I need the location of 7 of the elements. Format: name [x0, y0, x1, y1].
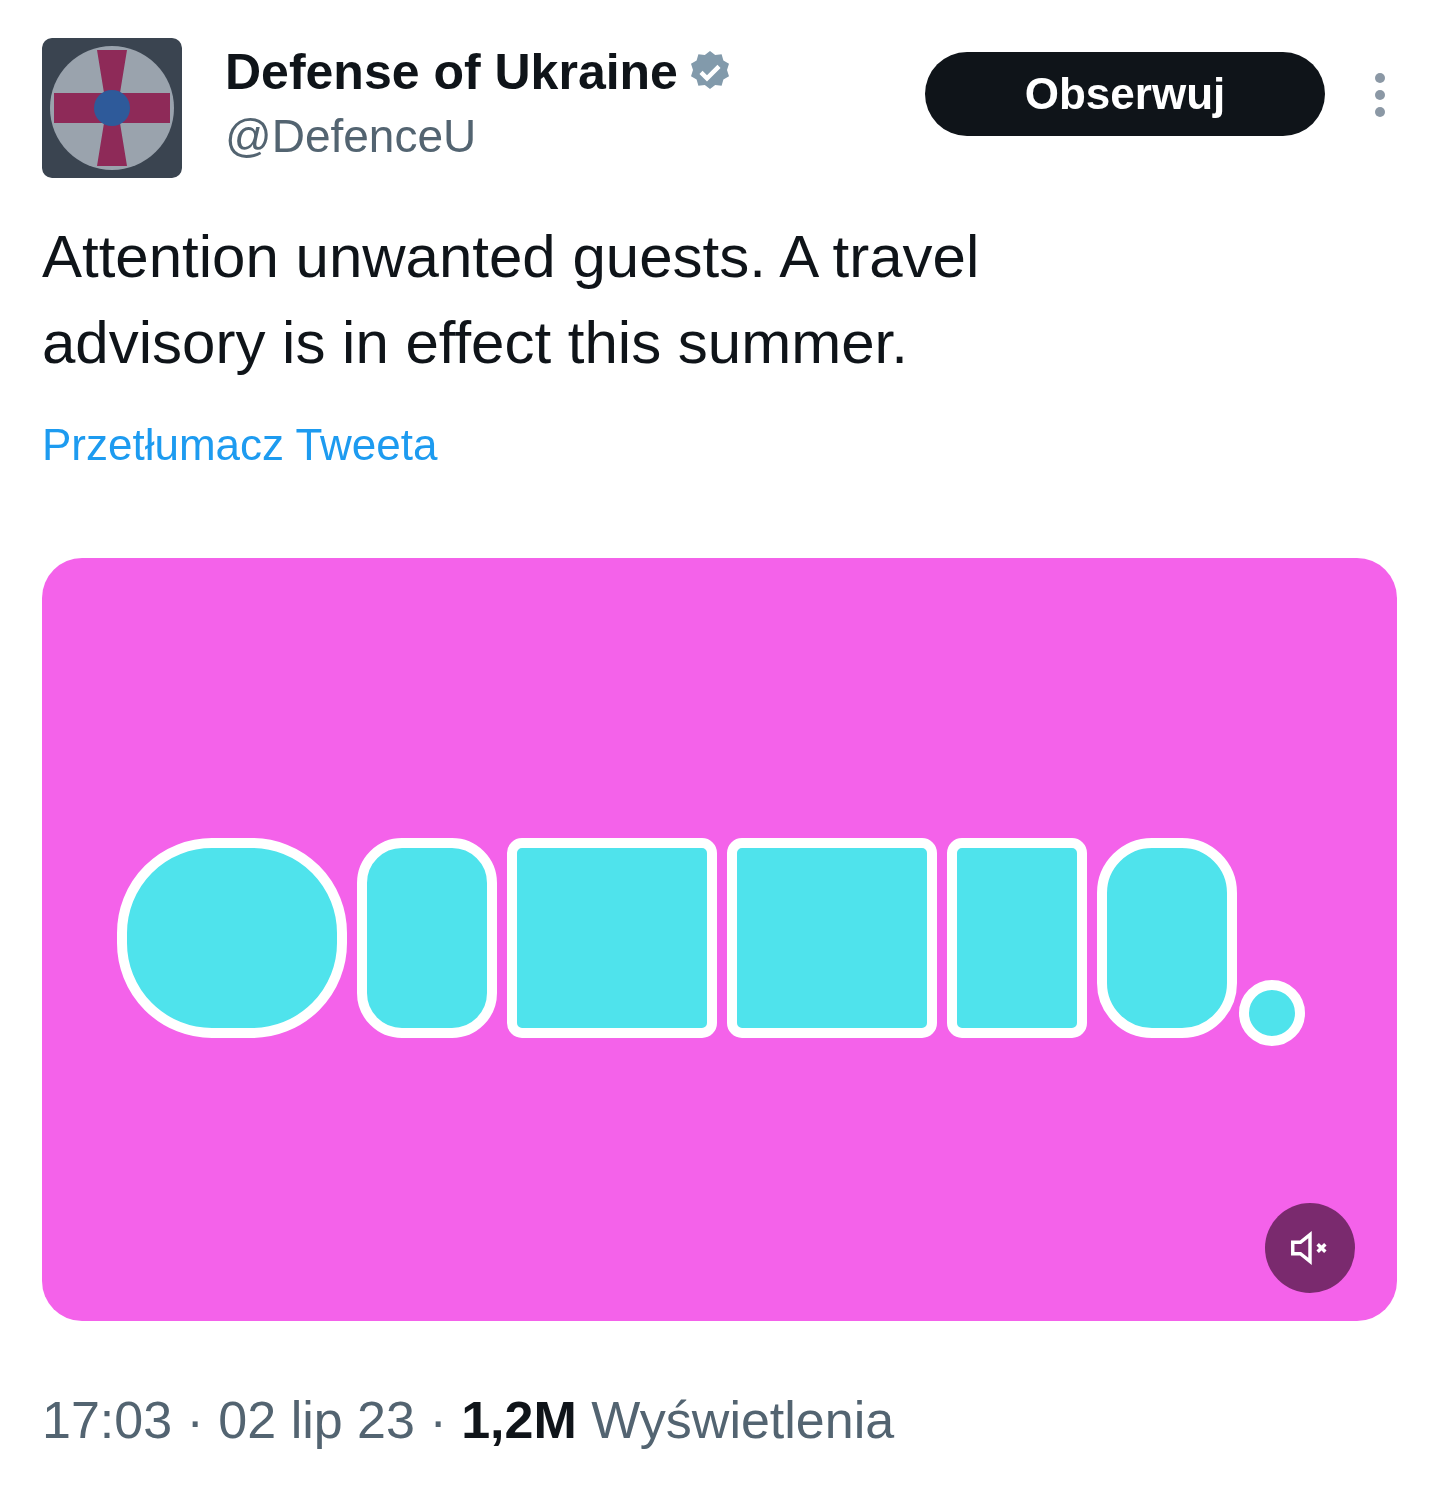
author-name[interactable]: Defense of Ukraine [225, 38, 678, 106]
tweet-meta: 17:03 · 02 lip 23 · 1,2M Wyświetlenia [42, 1390, 896, 1451]
avatar-icon[interactable] [42, 38, 182, 178]
author-handle[interactable]: @DefenceU [225, 106, 734, 166]
more-options-icon[interactable] [1373, 72, 1387, 118]
tweet-text: Attention unwanted guests. A travel advisory is in effect this summer. [42, 222, 981, 378]
follow-button[interactable]: Obserwuj [925, 52, 1325, 136]
